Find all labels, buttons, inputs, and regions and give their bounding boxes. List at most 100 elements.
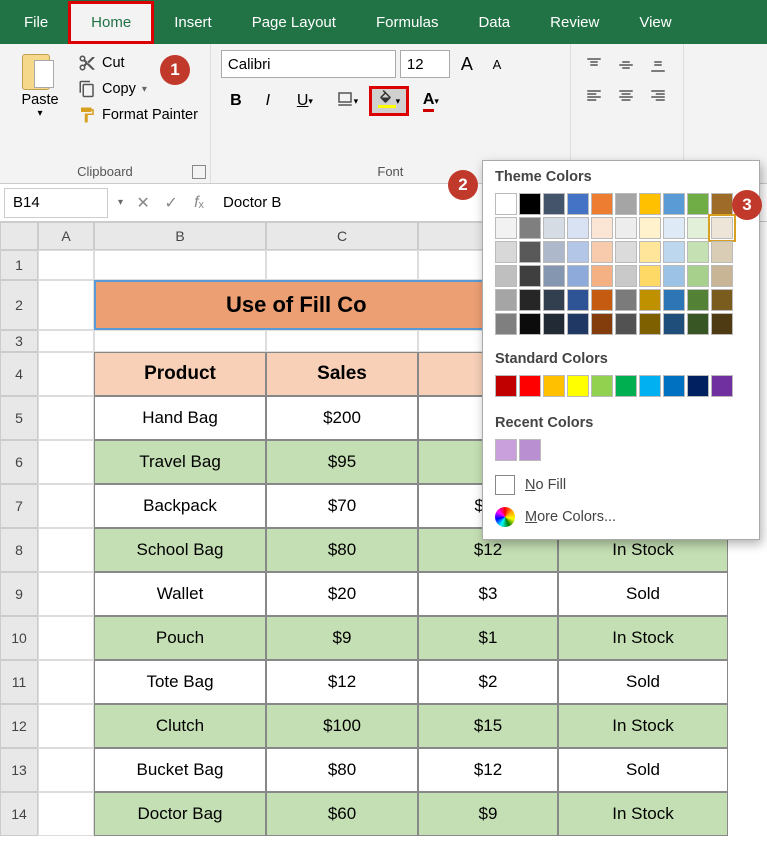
color-swatch[interactable] [663, 241, 685, 263]
color-swatch[interactable] [543, 193, 565, 215]
color-swatch[interactable] [591, 217, 613, 239]
color-swatch[interactable] [543, 241, 565, 263]
color-swatch[interactable] [495, 241, 517, 263]
cell[interactable]: $80 [266, 748, 418, 792]
color-swatch[interactable] [663, 375, 685, 397]
cell[interactable]: In Stock [558, 792, 728, 836]
insert-function-button[interactable]: fₓ [185, 188, 213, 218]
cell[interactable]: Clutch [94, 704, 266, 748]
color-swatch[interactable] [519, 375, 541, 397]
color-swatch[interactable] [711, 375, 733, 397]
color-swatch[interactable] [687, 217, 709, 239]
formula-enter-button[interactable]: ✓ [157, 188, 185, 218]
color-swatch[interactable] [567, 265, 589, 287]
cell[interactable] [38, 572, 94, 616]
header-cell[interactable]: Sales [266, 352, 418, 396]
cell[interactable]: In Stock [558, 616, 728, 660]
color-swatch[interactable] [615, 265, 637, 287]
row-header[interactable]: 13 [0, 748, 38, 792]
cell[interactable]: $95 [266, 440, 418, 484]
color-swatch[interactable] [543, 375, 565, 397]
cell[interactable]: $70 [266, 484, 418, 528]
color-swatch[interactable] [543, 289, 565, 311]
cell[interactable] [38, 748, 94, 792]
color-swatch[interactable] [711, 289, 733, 311]
row-header[interactable]: 4 [0, 352, 38, 396]
color-swatch[interactable] [567, 241, 589, 263]
cell[interactable]: Wallet [94, 572, 266, 616]
cell[interactable]: Sold [558, 748, 728, 792]
cell[interactable]: School Bag [94, 528, 266, 572]
cell[interactable]: $9 [266, 616, 418, 660]
font-size-input[interactable] [400, 50, 450, 78]
cell[interactable] [38, 250, 94, 280]
row-header[interactable]: 14 [0, 792, 38, 836]
increase-font-button[interactable]: A [454, 51, 480, 77]
font-name-input[interactable] [221, 50, 396, 78]
color-swatch[interactable] [711, 193, 733, 215]
column-header[interactable]: A [38, 222, 94, 250]
italic-button[interactable]: I [253, 86, 283, 116]
tab-view[interactable]: View [619, 4, 691, 41]
color-swatch[interactable] [567, 193, 589, 215]
row-header[interactable]: 9 [0, 572, 38, 616]
color-swatch[interactable] [495, 217, 517, 239]
cell[interactable]: $12 [418, 748, 558, 792]
cell[interactable]: $9 [418, 792, 558, 836]
row-header[interactable]: 6 [0, 440, 38, 484]
row-header[interactable]: 3 [0, 330, 38, 352]
formula-cancel-button[interactable]: ✕ [129, 188, 157, 218]
color-swatch[interactable] [711, 265, 733, 287]
cell[interactable]: Sold [558, 660, 728, 704]
bold-button[interactable]: B [221, 86, 251, 116]
color-swatch[interactable] [519, 241, 541, 263]
color-swatch[interactable] [687, 289, 709, 311]
cell[interactable]: Backpack [94, 484, 266, 528]
cell[interactable]: $200 [266, 396, 418, 440]
cell[interactable]: $100 [266, 704, 418, 748]
color-swatch[interactable] [711, 241, 733, 263]
color-swatch[interactable] [591, 289, 613, 311]
color-swatch[interactable] [663, 193, 685, 215]
align-right-button[interactable] [643, 82, 673, 112]
color-swatch[interactable] [615, 313, 637, 335]
color-swatch[interactable] [663, 217, 685, 239]
align-top-button[interactable] [579, 50, 609, 80]
paste-button[interactable]: Paste ▾ [21, 50, 58, 119]
chevron-down-icon[interactable]: ▾ [112, 197, 129, 208]
cell[interactable] [38, 484, 94, 528]
color-swatch[interactable] [519, 439, 541, 461]
color-swatch[interactable] [687, 265, 709, 287]
color-swatch[interactable] [495, 375, 517, 397]
tab-file[interactable]: File [10, 4, 68, 41]
cell[interactable] [266, 250, 418, 280]
cell[interactable]: $15 [418, 704, 558, 748]
align-middle-button[interactable] [611, 50, 641, 80]
cell[interactable] [38, 280, 94, 330]
cell[interactable]: $20 [266, 572, 418, 616]
cell[interactable] [38, 792, 94, 836]
align-bottom-button[interactable] [643, 50, 673, 80]
tab-review[interactable]: Review [530, 4, 619, 41]
cell[interactable] [266, 330, 418, 352]
row-header[interactable]: 11 [0, 660, 38, 704]
align-left-button[interactable] [579, 82, 609, 112]
column-header[interactable]: C [266, 222, 418, 250]
more-colors-button[interactable]: More Colors... [483, 501, 759, 533]
color-swatch[interactable] [567, 313, 589, 335]
cell[interactable]: Tote Bag [94, 660, 266, 704]
color-swatch[interactable] [663, 313, 685, 335]
cell[interactable]: $12 [266, 660, 418, 704]
color-swatch[interactable] [639, 193, 661, 215]
borders-button[interactable]: ▾ [327, 86, 367, 116]
row-header[interactable]: 5 [0, 396, 38, 440]
color-swatch[interactable] [663, 265, 685, 287]
color-swatch[interactable] [615, 217, 637, 239]
cell[interactable]: $60 [266, 792, 418, 836]
cell[interactable]: Bucket Bag [94, 748, 266, 792]
color-swatch[interactable] [687, 193, 709, 215]
color-swatch[interactable] [519, 217, 541, 239]
color-swatch[interactable] [495, 265, 517, 287]
color-swatch[interactable] [615, 241, 637, 263]
color-swatch[interactable] [543, 265, 565, 287]
